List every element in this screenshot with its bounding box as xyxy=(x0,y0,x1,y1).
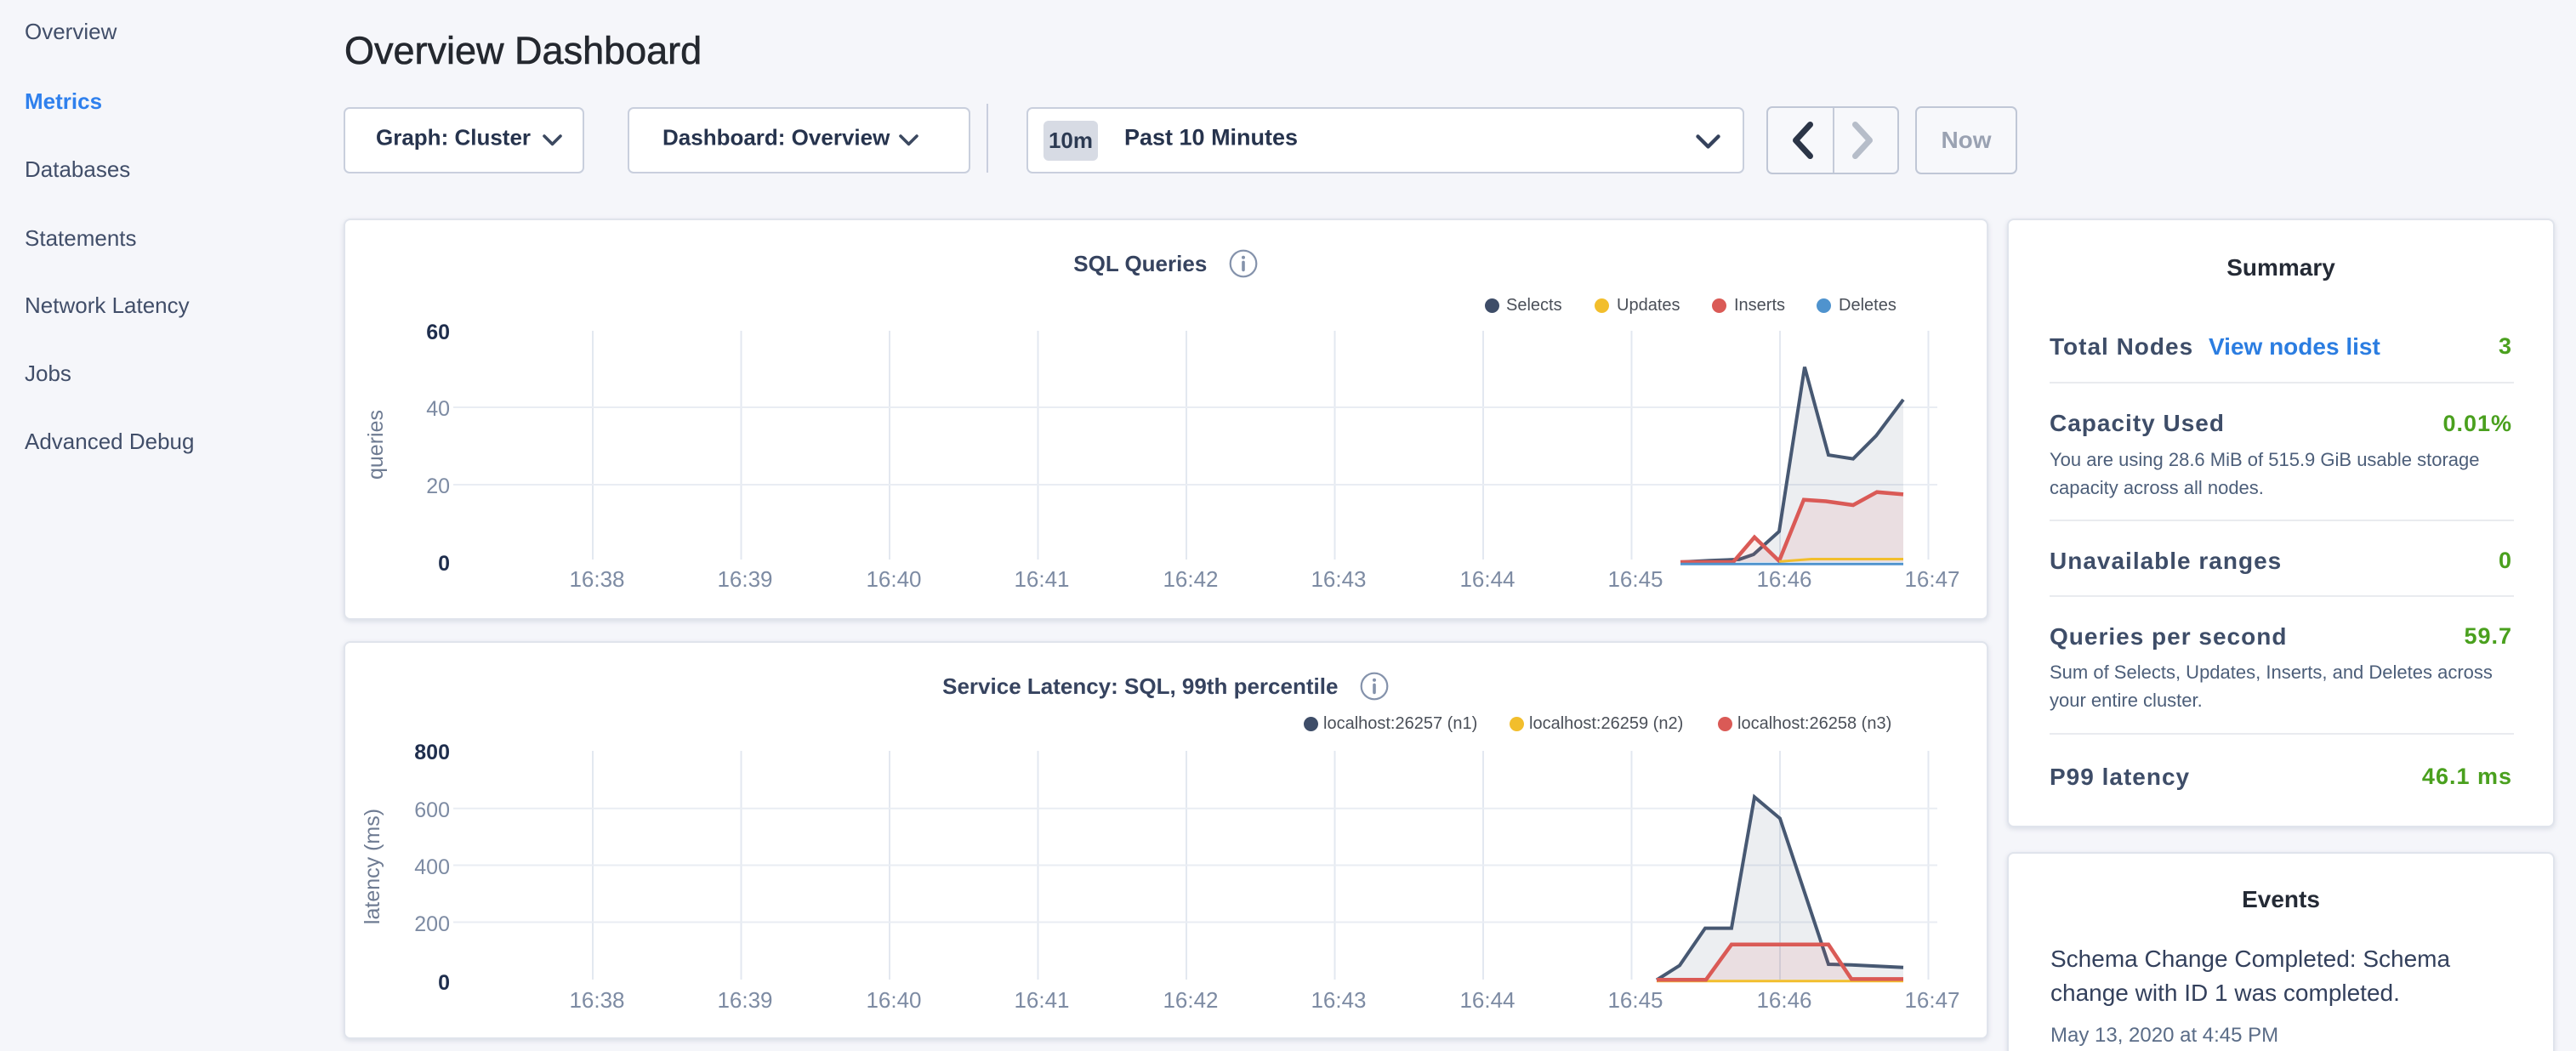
svg-text:0: 0 xyxy=(438,552,450,576)
svg-text:16:44: 16:44 xyxy=(1459,566,1515,592)
svg-text:60: 60 xyxy=(426,321,450,344)
svg-text:16:39: 16:39 xyxy=(717,566,772,592)
svg-text:400: 400 xyxy=(414,855,450,879)
svg-text:16:44: 16:44 xyxy=(1459,987,1515,1013)
svg-text:16:38: 16:38 xyxy=(569,987,624,1013)
svg-text:queries: queries xyxy=(364,410,388,480)
svg-text:16:39: 16:39 xyxy=(717,987,772,1013)
svg-text:16:45: 16:45 xyxy=(1607,987,1663,1013)
svg-text:200: 200 xyxy=(414,912,450,936)
svg-text:16:45: 16:45 xyxy=(1607,566,1663,592)
svg-text:20: 20 xyxy=(426,474,450,498)
svg-text:40: 40 xyxy=(426,397,450,421)
svg-text:16:41: 16:41 xyxy=(1014,566,1069,592)
svg-text:16:40: 16:40 xyxy=(866,987,921,1013)
svg-text:16:47: 16:47 xyxy=(1904,566,1959,592)
svg-text:latency (ms): latency (ms) xyxy=(361,809,384,924)
svg-text:16:46: 16:46 xyxy=(1756,566,1811,592)
svg-text:16:38: 16:38 xyxy=(569,566,624,592)
svg-text:0: 0 xyxy=(438,971,450,995)
svg-text:16:43: 16:43 xyxy=(1311,566,1366,592)
svg-text:16:42: 16:42 xyxy=(1163,987,1218,1013)
svg-text:16:41: 16:41 xyxy=(1014,987,1069,1013)
svg-text:16:46: 16:46 xyxy=(1756,987,1811,1013)
svg-text:800: 800 xyxy=(414,741,450,764)
svg-text:600: 600 xyxy=(414,798,450,822)
svg-text:16:42: 16:42 xyxy=(1163,566,1218,592)
svg-text:16:43: 16:43 xyxy=(1311,987,1366,1013)
svg-text:16:40: 16:40 xyxy=(866,566,921,592)
svg-text:16:47: 16:47 xyxy=(1904,987,1959,1013)
